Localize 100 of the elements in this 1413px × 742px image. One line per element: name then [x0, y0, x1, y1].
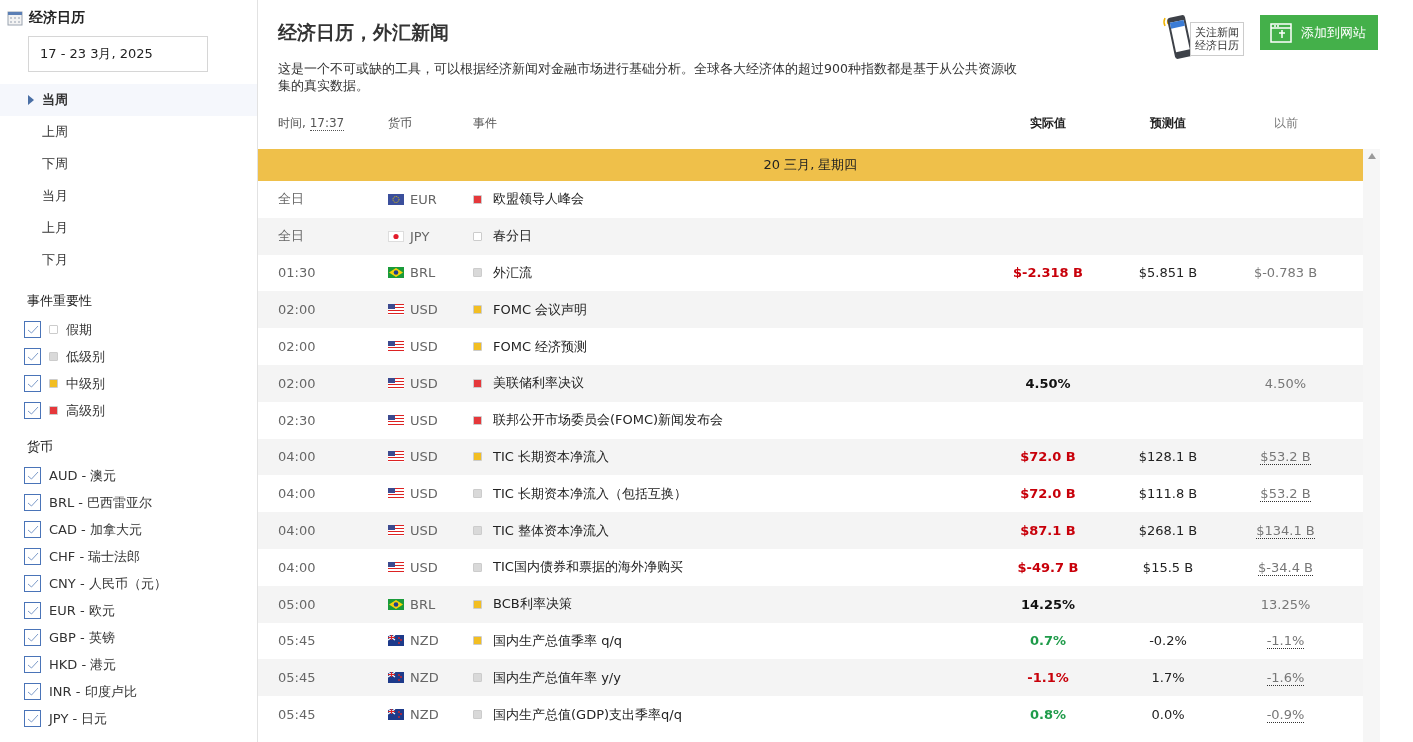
- checkbox[interactable]: [24, 494, 41, 511]
- checkbox[interactable]: [24, 321, 41, 338]
- checkbox[interactable]: [24, 348, 41, 365]
- actual-value: $87.1 B: [1020, 523, 1076, 539]
- currency-code: NZD: [410, 670, 439, 686]
- flag-icon: [388, 304, 404, 316]
- section-title: 货币: [27, 438, 54, 456]
- event-name[interactable]: 美联储利率决议: [493, 374, 584, 393]
- checkbox-label: INR - 印度卢比: [49, 682, 137, 701]
- event-name[interactable]: 春分日: [493, 227, 532, 246]
- flag-icon: [388, 451, 404, 463]
- event-name[interactable]: TIC 长期资本净流入: [493, 447, 609, 466]
- flag-icon: [388, 672, 404, 684]
- actual-value: 4.50%: [1025, 375, 1071, 391]
- checkmark-icon: [26, 713, 39, 724]
- previous-value: -1.6%: [1266, 670, 1305, 687]
- currency-code: USD: [410, 375, 438, 391]
- checkbox[interactable]: [24, 629, 41, 646]
- flag-icon: [388, 230, 404, 242]
- page-title: 经济日历，外汇新闻: [278, 20, 450, 45]
- day-header: 20 三月, 星期四: [258, 149, 1363, 181]
- checkbox[interactable]: [24, 467, 41, 484]
- checkbox[interactable]: [24, 575, 41, 592]
- current-time-link[interactable]: 17:37: [309, 115, 345, 131]
- column-header: 预测值: [1149, 114, 1187, 132]
- currency-code: USD: [410, 449, 438, 465]
- table-cell-text: 05:45: [277, 670, 317, 686]
- date-range-field[interactable]: 17 - 23 3月, 2025: [28, 36, 208, 72]
- event-name[interactable]: TIC 长期资本净流入（包括互换）: [493, 484, 687, 503]
- section-title: 事件重要性: [27, 292, 93, 310]
- column-header: 时间,: [278, 115, 306, 130]
- flag-icon: [388, 598, 404, 610]
- currency-code: EUR: [410, 191, 437, 207]
- checkbox[interactable]: [24, 710, 41, 727]
- checkbox[interactable]: [24, 656, 41, 673]
- period-item[interactable]: 下月: [0, 244, 257, 276]
- checkbox-label: HKD - 港元: [49, 655, 117, 674]
- event-name[interactable]: 外汇流: [493, 264, 532, 282]
- checkbox-label: BRL - 巴西雷亚尔: [49, 493, 153, 512]
- checkmark-icon: [26, 659, 39, 670]
- table-cell-text: 04:00: [277, 559, 317, 575]
- checkmark-icon: [26, 405, 39, 416]
- event-name[interactable]: BCB利率决策: [493, 595, 572, 614]
- table-cell-text: 02:00: [277, 375, 317, 391]
- event-name[interactable]: FOMC 会议声明: [493, 300, 588, 319]
- period-item[interactable]: 上月: [0, 212, 257, 244]
- checkbox[interactable]: [24, 375, 41, 392]
- calendar-icon: [7, 10, 23, 26]
- period-item[interactable]: 当月: [0, 180, 257, 212]
- table-cell-text: 05:00: [277, 596, 317, 612]
- checkbox[interactable]: [24, 602, 41, 619]
- checkbox-label: EUR - 欧元: [49, 601, 115, 620]
- checkbox[interactable]: [24, 683, 41, 700]
- calendar-title: 经济日历: [29, 9, 85, 27]
- checkbox[interactable]: [24, 521, 41, 538]
- scrollbar[interactable]: [1363, 149, 1380, 742]
- checkbox[interactable]: [24, 402, 41, 419]
- forecast-value: $128.1 B: [1138, 449, 1198, 465]
- flag-icon: [388, 377, 404, 389]
- checkmark-icon: [26, 551, 39, 562]
- checkbox-label: JPY - 日元: [49, 709, 108, 728]
- checkmark-icon: [26, 324, 39, 335]
- currency-code: USD: [410, 486, 438, 502]
- table-cell-text: 01:30: [277, 265, 317, 281]
- scroll-up-icon[interactable]: [1366, 152, 1377, 160]
- event-name[interactable]: 国内生产总值年率 y/y: [493, 668, 621, 687]
- window-plus-icon: [1270, 22, 1292, 43]
- checkbox-label: CNY - 人民币（元）: [49, 574, 167, 593]
- checkmark-icon: [26, 378, 39, 389]
- flag-icon: [388, 635, 404, 647]
- checkmark-icon: [26, 578, 39, 589]
- table-cell-text: 04:00: [277, 486, 317, 502]
- period-item[interactable]: 当周: [0, 84, 257, 116]
- column-header: 货币: [388, 114, 413, 132]
- event-name[interactable]: 国内生产总值季率 q/q: [493, 631, 623, 650]
- event-name[interactable]: 联邦公开市场委员会(FOMC)新闻发布会: [493, 411, 724, 430]
- checkmark-icon: [26, 470, 39, 481]
- previous-value: 13.25%: [1260, 596, 1311, 612]
- currency-code: BRL: [410, 596, 436, 612]
- event-name[interactable]: 国内生产总值(GDP)支出季率q/q: [493, 705, 682, 724]
- event-name[interactable]: 欧盟领导人峰会: [493, 190, 584, 209]
- currency-code: USD: [410, 523, 438, 539]
- actual-value: $-49.7 B: [1017, 559, 1079, 575]
- currency-code: USD: [410, 302, 438, 318]
- actual-value: 0.8%: [1029, 707, 1067, 723]
- checkmark-icon: [26, 351, 39, 362]
- event-name[interactable]: TIC 整体资本净流入: [493, 521, 609, 540]
- period-item[interactable]: 上周: [0, 116, 257, 148]
- actual-value: $-2.318 B: [1013, 265, 1083, 281]
- checkmark-icon: [26, 686, 39, 697]
- flag-icon: [388, 267, 404, 279]
- flag-icon: [388, 193, 404, 205]
- actual-value: $72.0 B: [1020, 449, 1076, 465]
- period-item[interactable]: 下周: [0, 148, 257, 180]
- event-name[interactable]: TIC国内债券和票据的海外净购买: [493, 558, 683, 577]
- event-name[interactable]: FOMC 经济预测: [493, 337, 588, 356]
- forecast-value: $15.5 B: [1142, 559, 1194, 575]
- previous-value: -0.9%: [1266, 707, 1305, 724]
- checkbox[interactable]: [24, 548, 41, 565]
- table-cell-text: 02:00: [277, 339, 317, 355]
